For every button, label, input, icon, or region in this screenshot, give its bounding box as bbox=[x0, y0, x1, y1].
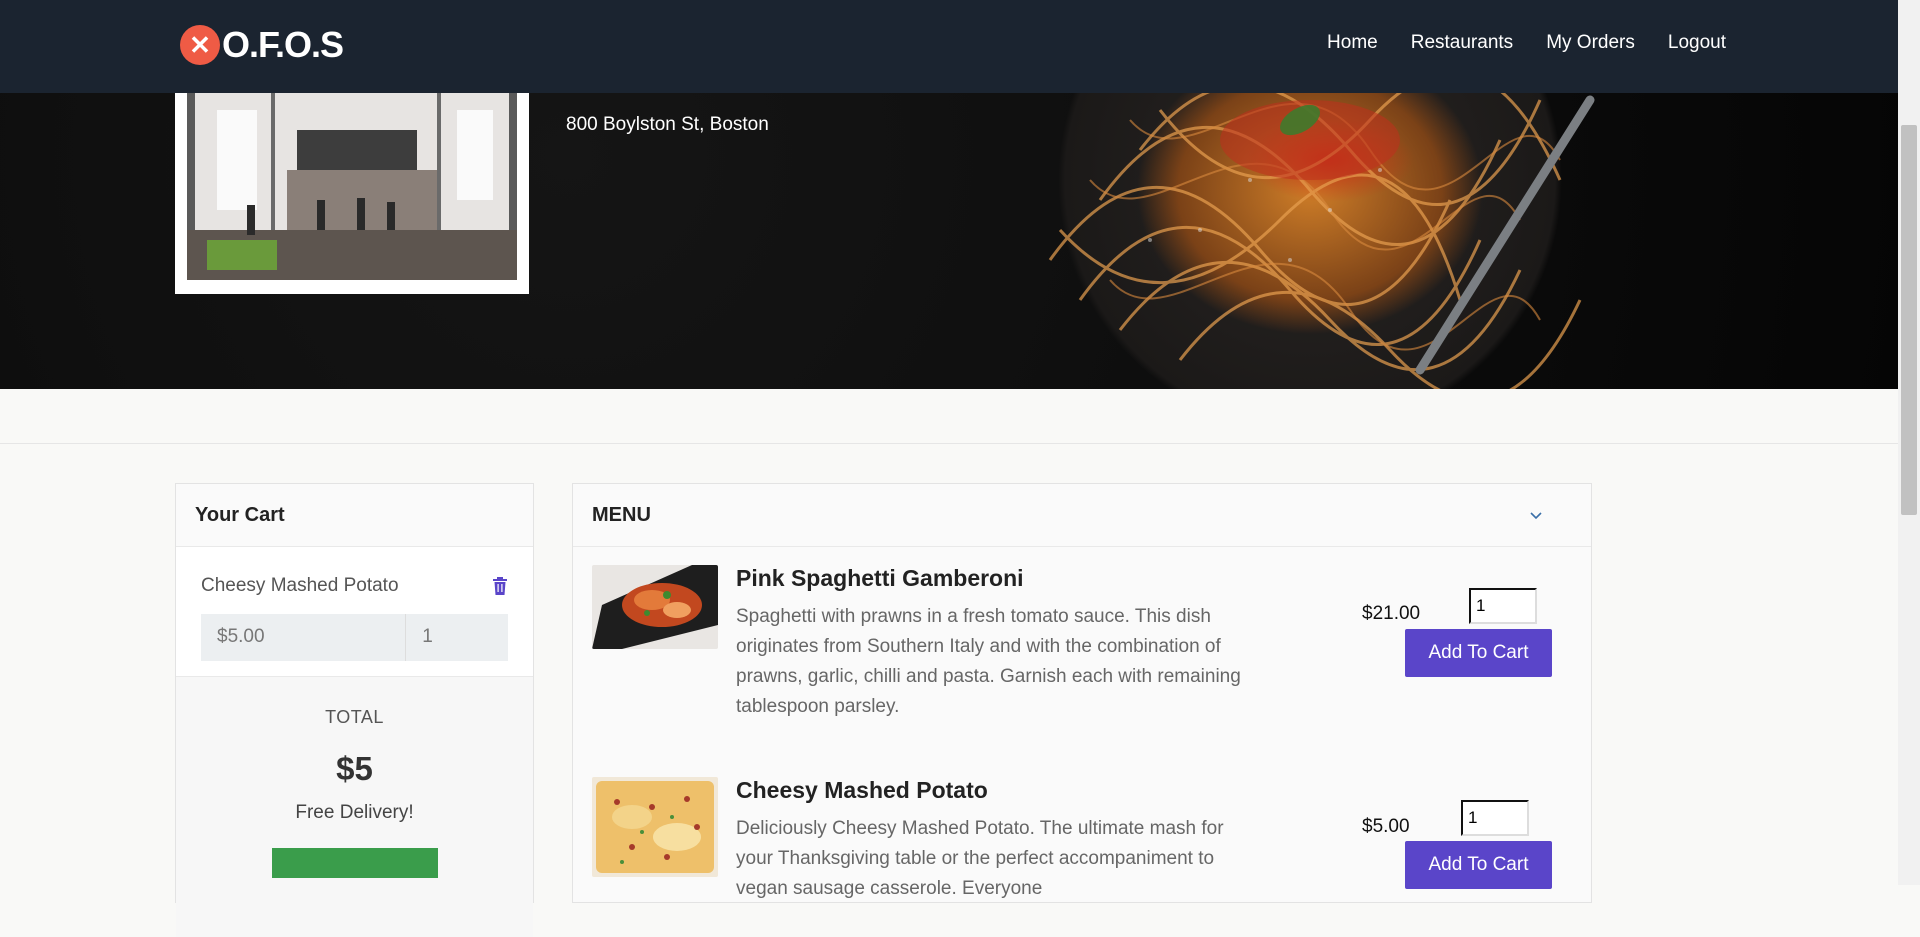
cart-item: Cheesy Mashed Potato $5.00 1 bbox=[176, 547, 533, 677]
total-label: TOTAL bbox=[325, 707, 384, 727]
dish-name: Cheesy Mashed Potato bbox=[736, 777, 988, 803]
cart-item-name: Cheesy Mashed Potato bbox=[201, 575, 399, 596]
dish-description: Deliciously Cheesy Mashed Potato. The ul… bbox=[736, 818, 1224, 899]
checkout-button[interactable] bbox=[271, 848, 438, 878]
menu-header[interactable]: MENU bbox=[573, 484, 1591, 547]
nav-links: Home Restaurants My Orders Logout bbox=[1327, 32, 1726, 54]
brand-logo[interactable]: ✕ O.F.O.S bbox=[180, 24, 344, 66]
cart-item-price: $5.00 bbox=[201, 614, 407, 661]
dish-image-mashed-potato bbox=[592, 777, 718, 877]
restaurant-storefront-image bbox=[187, 70, 517, 280]
top-navbar: ✕ O.F.O.S Home Restaurants My Orders Log… bbox=[0, 0, 1898, 93]
delivery-note: Free Delivery! bbox=[295, 802, 414, 823]
page-scrollbar[interactable] bbox=[1898, 0, 1920, 885]
dish-description: Spaghetti with prawns in a fresh tomato … bbox=[736, 606, 1241, 717]
quantity-input[interactable] bbox=[1469, 588, 1537, 624]
cart-title: Your Cart bbox=[176, 484, 533, 547]
nav-restaurants-link[interactable]: Restaurants bbox=[1411, 32, 1513, 54]
add-to-cart-button[interactable]: Add To Cart bbox=[1405, 629, 1552, 677]
quantity-input[interactable] bbox=[1461, 800, 1529, 836]
menu-title: MENU bbox=[592, 503, 651, 526]
restaurant-photo-card bbox=[175, 58, 529, 294]
cart-panel: Your Cart Cheesy Mashed Potato $5.00 1 T… bbox=[175, 483, 534, 937]
nav-logout-link[interactable]: Logout bbox=[1668, 32, 1726, 54]
restaurant-address: 800 Boylston St, Boston bbox=[566, 114, 769, 135]
dish-price: $5.00 bbox=[1362, 816, 1410, 837]
cart-total-section: TOTAL $5 Free Delivery! bbox=[176, 677, 533, 937]
dish-price: $21.00 bbox=[1362, 603, 1421, 624]
dish-name: Pink Spaghetti Gamberoni bbox=[736, 565, 1024, 591]
brand-name: O.F.O.S bbox=[222, 24, 344, 65]
trash-icon[interactable] bbox=[492, 577, 508, 595]
nav-my-orders-link[interactable]: My Orders bbox=[1546, 32, 1635, 54]
total-amount: $5 bbox=[336, 750, 373, 787]
chevron-down-icon[interactable] bbox=[1529, 508, 1543, 522]
dish-image-spaghetti bbox=[592, 565, 718, 649]
scrollbar-thumb[interactable] bbox=[1901, 125, 1917, 515]
cart-item-qty: 1 bbox=[406, 614, 508, 661]
menu-panel: MENU Pink Spaghetti Gamberoni Spaghetti … bbox=[572, 483, 1592, 903]
nav-home-link[interactable]: Home bbox=[1327, 32, 1378, 54]
section-divider bbox=[0, 443, 1898, 444]
fork-knife-icon: ✕ bbox=[180, 25, 220, 65]
add-to-cart-button[interactable]: Add To Cart bbox=[1405, 841, 1552, 889]
